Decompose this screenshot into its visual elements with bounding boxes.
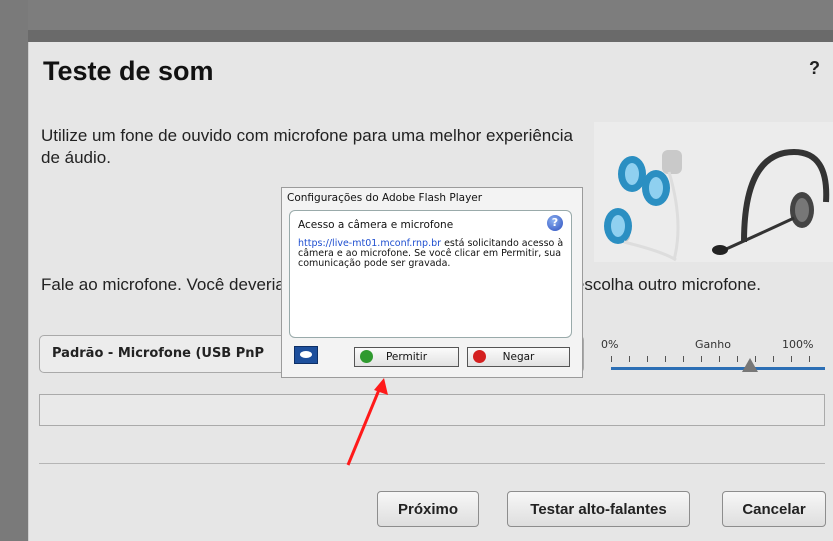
annotation-arrow (346, 378, 388, 466)
